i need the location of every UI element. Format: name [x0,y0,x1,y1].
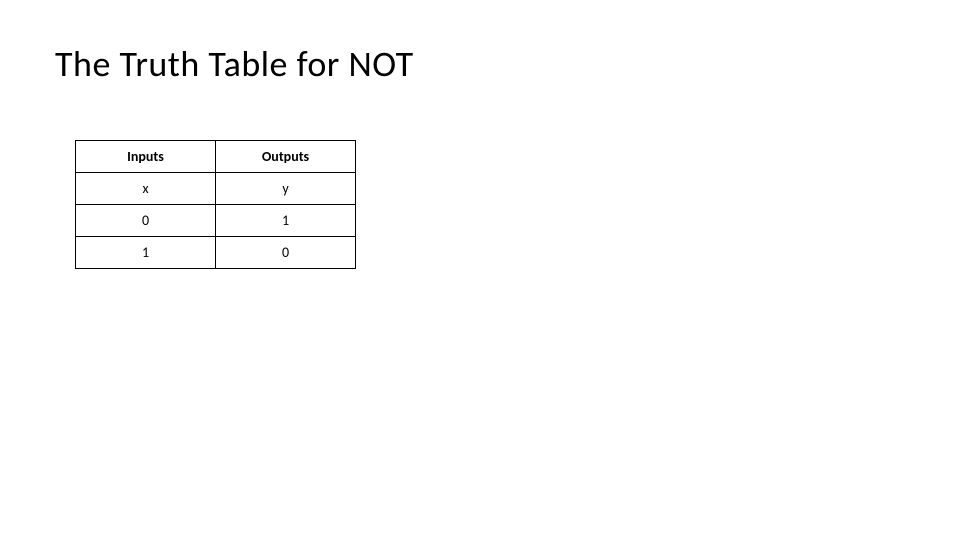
table-subheader-row: x y [76,173,356,205]
subheader-x: x [76,173,216,205]
header-outputs: Outputs [216,141,356,173]
cell-y-0: 1 [216,205,356,237]
truth-table: Inputs Outputs x y 0 1 1 0 [75,140,356,269]
table-row: 0 1 [76,205,356,237]
table-header-row: Inputs Outputs [76,141,356,173]
slide-title: The Truth Table for NOT [55,42,414,86]
cell-y-1: 0 [216,237,356,269]
table-row: 1 0 [76,237,356,269]
cell-x-1: 1 [76,237,216,269]
header-inputs: Inputs [76,141,216,173]
cell-x-0: 0 [76,205,216,237]
subheader-y: y [216,173,356,205]
